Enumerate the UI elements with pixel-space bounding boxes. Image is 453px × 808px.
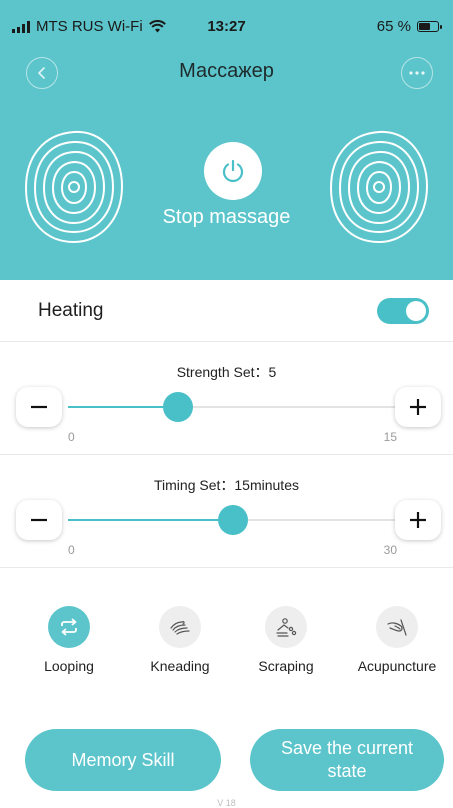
mode-label: Looping <box>44 658 94 674</box>
strength-decrease-button[interactable] <box>16 387 62 427</box>
heating-row: Heating <box>0 280 453 342</box>
mode-label: Kneading <box>150 658 210 674</box>
more-button[interactable] <box>401 57 433 89</box>
status-bar: MTS RUS Wi-Fi 13:27 65 % <box>0 0 453 50</box>
memory-skill-button[interactable]: Memory Skill <box>25 729 221 791</box>
battery-fill <box>419 23 431 30</box>
acupuncture-icon <box>376 606 418 648</box>
loop-icon <box>48 606 90 648</box>
plus-icon <box>410 399 426 415</box>
mode-scraping[interactable]: Scraping <box>231 606 341 674</box>
strength-title: Strength Set：5 <box>176 364 277 380</box>
battery-icon <box>417 21 442 32</box>
mode-selector: Looping Kneading Scraping Acupuncture <box>0 606 453 676</box>
heating-toggle[interactable] <box>377 298 429 324</box>
more-dots-icon <box>409 71 425 75</box>
timing-decrease-button[interactable] <box>16 500 62 540</box>
timing-slider-block: Timing Set：15minutes 0 30 <box>0 455 453 568</box>
timing-max-label: 30 <box>383 543 397 557</box>
timing-min-label: 0 <box>68 543 75 557</box>
battery-percent: 65 % <box>376 18 411 35</box>
timing-title: Timing Set：15minutes <box>154 477 299 493</box>
scraping-icon <box>265 606 307 648</box>
strength-track-fill <box>68 406 178 408</box>
timing-slider[interactable] <box>68 505 398 535</box>
version-label: V 18 <box>217 798 236 808</box>
save-state-button[interactable]: Save the current state <box>250 729 444 791</box>
mode-label: Acupuncture <box>357 658 437 674</box>
header-panel: MTS RUS Wi-Fi 13:27 65 % Массажер Stop m… <box>0 0 453 280</box>
page-title: Массажер <box>179 60 274 82</box>
kneading-hand-icon <box>159 606 201 648</box>
massage-pad-right-icon <box>329 130 429 244</box>
heating-label: Heating <box>38 300 104 321</box>
strength-min-label: 0 <box>68 430 75 444</box>
timing-slider-thumb[interactable] <box>218 505 248 535</box>
mode-acupuncture[interactable]: Acupuncture <box>342 606 452 674</box>
strength-max-label: 15 <box>383 430 397 444</box>
strength-slider[interactable] <box>68 392 398 422</box>
strength-slider-block: Strength Set：5 0 15 <box>0 342 453 455</box>
heating-toggle-knob <box>406 301 426 321</box>
mode-looping[interactable]: Looping <box>14 606 124 674</box>
minus-icon <box>31 518 47 522</box>
timing-increase-button[interactable] <box>395 500 441 540</box>
mode-kneading[interactable]: Kneading <box>125 606 235 674</box>
power-icon <box>222 159 244 183</box>
status-right: 65 % <box>376 18 442 35</box>
power-button[interactable] <box>204 142 262 200</box>
strength-increase-button[interactable] <box>395 387 441 427</box>
plus-icon <box>410 512 426 528</box>
strength-slider-thumb[interactable] <box>163 392 193 422</box>
timing-track-fill <box>68 519 233 521</box>
minus-icon <box>31 405 47 409</box>
mode-label: Scraping <box>258 658 314 674</box>
